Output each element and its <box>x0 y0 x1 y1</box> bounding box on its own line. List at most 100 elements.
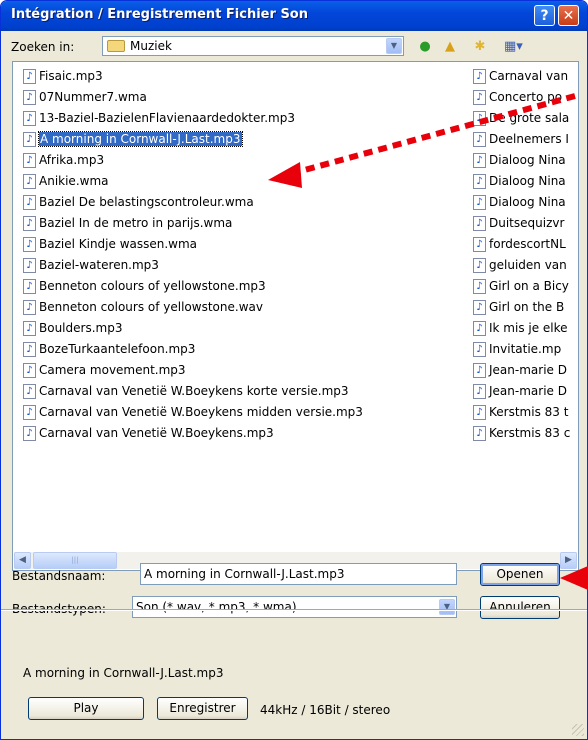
audio-file-icon: ♪ <box>473 153 486 168</box>
file-list-item[interactable]: ♪ Anikie.wma <box>23 171 471 192</box>
audio-file-icon: ♪ <box>473 363 486 378</box>
close-button[interactable]: ✕ <box>558 5 579 26</box>
chevron-down-icon[interactable]: ▼ <box>386 38 402 54</box>
file-list-item[interactable]: ♪ 13-Baziel-BazielenFlavienaardedokter.mp… <box>23 108 471 129</box>
file-list-item[interactable]: ♪ Carnaval van Venetië W.Boeykens korte v… <box>23 381 471 402</box>
file-list-item[interactable]: ♪ Invitatie.mp <box>473 339 578 360</box>
file-name: Carnaval van Venetië W.Boeykens korte ve… <box>39 384 349 398</box>
scroll-right-icon[interactable]: ▶ <box>560 552 577 569</box>
audio-file-icon: ♪ <box>23 195 36 210</box>
audio-file-icon: ♪ <box>473 132 486 147</box>
file-list-item[interactable]: ♪ Girl on the B <box>473 297 578 318</box>
file-name: De grote sala <box>489 111 570 125</box>
file-list-item[interactable]: ♪ Dialoog Nina <box>473 150 578 171</box>
view-menu-icon[interactable]: ▦▾ <box>504 39 523 55</box>
audio-file-icon: ♪ <box>473 300 486 315</box>
file-list-item[interactable]: ♪ Baziel-wateren.mp3 <box>23 255 471 276</box>
file-list-item[interactable]: ♪ De grote sala <box>473 108 578 129</box>
file-list-item[interactable]: ♪ Dialoog Nina <box>473 192 578 213</box>
file-list-item[interactable]: ♪ Duitsequizvr <box>473 213 578 234</box>
open-button[interactable]: Openen <box>480 563 560 586</box>
file-name: Jean-marie D <box>489 384 567 398</box>
up-folder-icon[interactable]: ▲ <box>441 39 459 55</box>
audio-file-icon: ♪ <box>473 90 486 105</box>
resize-grip[interactable] <box>572 724 584 736</box>
file-list-item[interactable]: ♪ Carnaval van Venetië W.Boeykens midden … <box>23 402 471 423</box>
record-button[interactable]: Enregistrer <box>157 697 248 720</box>
audio-file-icon: ♪ <box>473 69 486 84</box>
lookin-combobox[interactable]: Muziek ▼ <box>102 36 404 56</box>
back-icon[interactable]: ● <box>416 39 434 55</box>
toolbar: Zoeken in: Muziek ▼ ● ▲ ✱ ▦▾ <box>1 31 587 61</box>
file-list-item[interactable]: ♪ Jean-marie D <box>473 381 578 402</box>
scroll-thumb[interactable]: ||| <box>33 552 117 569</box>
filename-input[interactable]: A morning in Cornwall-J.Last.mp3 <box>140 563 457 585</box>
file-name: Baziel Kindje wassen.wma <box>39 237 198 251</box>
file-list-item[interactable]: ♪ Fisaic.mp3 <box>23 66 471 87</box>
file-name: Jean-marie D <box>489 363 567 377</box>
file-name: Concerto po <box>489 90 563 104</box>
audio-file-icon: ♪ <box>473 237 486 252</box>
file-list-item[interactable]: ♪ Benneton colours of yellowstone.mp3 <box>23 276 471 297</box>
file-list-item[interactable]: ♪ Boulders.mp3 <box>23 318 471 339</box>
file-list-item[interactable]: ♪ A morning in Cornwall-J.Last.mp3 <box>23 129 471 150</box>
scroll-left-icon[interactable]: ◀ <box>14 552 31 569</box>
file-name: Boulders.mp3 <box>39 321 123 335</box>
file-list-item[interactable]: ♪ Concerto po <box>473 87 578 108</box>
file-list-item[interactable]: ♪ Baziel In de metro in parijs.wma <box>23 213 471 234</box>
file-list-item[interactable]: ♪ Ik mis je elke <box>473 318 578 339</box>
file-list-item[interactable]: ♪ Jean-marie D <box>473 360 578 381</box>
file-list-item[interactable]: ♪ Carnaval van Venetië W.Boeykens.mp3 <box>23 423 471 444</box>
chevron-down-icon[interactable]: ▼ <box>439 599 455 615</box>
filetype-select[interactable]: Son (*.wav, *.mp3, *.wma) ▼ <box>132 596 457 618</box>
file-list[interactable]: ♪ Fisaic.mp3 ♪ 07Nummer7.wma ♪ 13-Baziel-Bazi… <box>12 61 579 571</box>
audio-file-icon: ♪ <box>23 69 36 84</box>
file-name: Benneton colours of yellowstone.wav <box>39 300 263 314</box>
file-list-item[interactable]: ♪ Carnaval van <box>473 66 578 87</box>
file-name: Anikie.wma <box>39 174 109 188</box>
audio-file-icon: ♪ <box>473 195 486 210</box>
file-list-item[interactable]: ♪ Baziel Kindje wassen.wma <box>23 234 471 255</box>
lookin-value: Muziek <box>130 39 172 53</box>
play-button[interactable]: Play <box>28 697 144 720</box>
file-list-item[interactable]: ♪ Kerstmis 83 t <box>473 402 578 423</box>
file-list-item[interactable]: ♪ Dialoog Nina <box>473 171 578 192</box>
audio-file-icon: ♪ <box>23 174 36 189</box>
file-list-item[interactable]: ♪ geluiden van <box>473 255 578 276</box>
file-list-item[interactable]: ♪ 07Nummer7.wma <box>23 87 471 108</box>
cancel-button[interactable]: Annuleren <box>480 596 560 619</box>
file-name: Afrika.mp3 <box>39 153 105 167</box>
file-name: BozeTurkaantelefoon.mp3 <box>39 342 196 356</box>
audio-file-icon: ♪ <box>473 405 486 420</box>
help-button[interactable]: ? <box>534 5 555 26</box>
file-list-item[interactable]: ♪ Deelnemers I <box>473 129 578 150</box>
separator <box>1 609 587 611</box>
file-name: Camera movement.mp3 <box>39 363 186 377</box>
audio-file-icon: ♪ <box>23 384 36 399</box>
window-title: Intégration / Enregistrement Fichier Son <box>11 7 308 22</box>
file-list-item[interactable]: ♪ Baziel De belastingscontroleur.wma <box>23 192 471 213</box>
audio-file-icon: ♪ <box>473 426 486 441</box>
file-column-2: ♪ Carnaval van ♪ Concerto po ♪ De grote sala ♪… <box>473 66 578 444</box>
file-name: fordescortNL <box>489 237 566 251</box>
file-name: Deelnemers I <box>489 132 569 146</box>
file-list-item[interactable]: ♪ Afrika.mp3 <box>23 150 471 171</box>
file-list-item[interactable]: ♪ Kerstmis 83 c <box>473 423 578 444</box>
file-list-item[interactable]: ♪ Camera movement.mp3 <box>23 360 471 381</box>
file-name: Kerstmis 83 c <box>489 426 571 440</box>
file-column-1: ♪ Fisaic.mp3 ♪ 07Nummer7.wma ♪ 13-Baziel-Bazi… <box>23 66 471 444</box>
audio-file-icon: ♪ <box>23 90 36 105</box>
audio-file-icon: ♪ <box>473 342 486 357</box>
file-name: 13-Baziel-BazielenFlavienaardedokter.mp3 <box>39 111 295 125</box>
audio-file-icon: ♪ <box>23 405 36 420</box>
file-list-item[interactable]: ♪ BozeTurkaantelefoon.mp3 <box>23 339 471 360</box>
title-bar[interactable]: Intégration / Enregistrement Fichier Son… <box>1 1 587 31</box>
new-folder-icon[interactable]: ✱ <box>471 39 489 55</box>
file-list-item[interactable]: ♪ Benneton colours of yellowstone.wav <box>23 297 471 318</box>
audio-file-icon: ♪ <box>473 321 486 336</box>
file-list-item[interactable]: ♪ fordescortNL <box>473 234 578 255</box>
audio-file-icon: ♪ <box>473 216 486 231</box>
file-name: Duitsequizvr <box>489 216 565 230</box>
audio-file-icon: ♪ <box>23 216 36 231</box>
file-list-item[interactable]: ♪ Girl on a Bicy <box>473 276 578 297</box>
